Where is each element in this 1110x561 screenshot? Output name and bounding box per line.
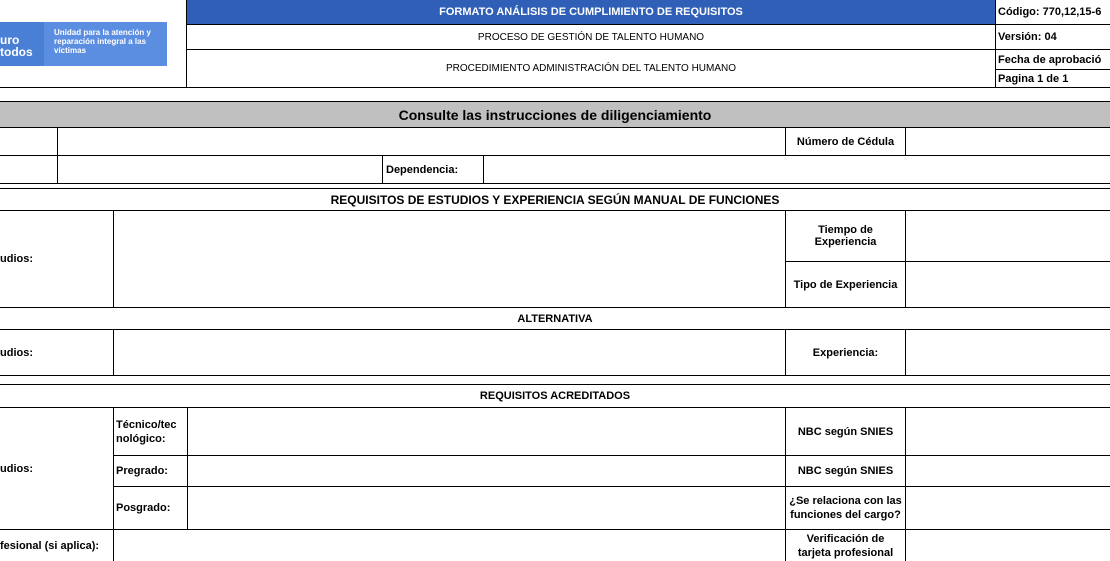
section-acreditados-text: REQUISITOS ACREDITADOS (479, 390, 631, 402)
posgrado-field[interactable] (188, 487, 785, 529)
pregrado-text: Pregrado: (116, 465, 168, 477)
section-requisitos-text: REQUISITOS DE ESTUDIOS Y EXPERIENCIA SEG… (330, 192, 780, 207)
alternativa-experiencia-field[interactable] (906, 330, 1110, 375)
nbc1-field[interactable] (906, 408, 1110, 455)
posgrado-text: Posgrado: (116, 502, 171, 514)
dependencia-label: Dependencia: (386, 156, 458, 183)
acreditados-estudios-text: udios: (0, 462, 33, 475)
tipo-experiencia-text: Tipo de Experiencia (793, 278, 898, 291)
tiempo-experiencia-label: Tiempo de Experiencia (786, 211, 905, 261)
codigo: Código: 770,12,15-6 (998, 0, 1101, 24)
logo: uro todos Unidad para la atención y repa… (0, 0, 186, 87)
relaciona-label: ¿Se relaciona con las funciones del carg… (786, 487, 905, 529)
numero-cedula-label: Número de Cédula (786, 128, 905, 155)
tarjeta-profesional-label: fesional (si aplica): (0, 530, 99, 561)
posgrado-label: Posgrado: (116, 487, 170, 529)
version-text: Versión: 04 (998, 31, 1057, 43)
instructions-text[interactable]: Consulte las instrucciones de diligencia… (399, 107, 712, 123)
verificacion-label: Verificación de tarjeta profesional (786, 530, 905, 561)
alternativa-estudios-label: udios: (0, 330, 33, 375)
process-name-text: PROCESO DE GESTIÓN DE TALENTO HUMANO (477, 31, 705, 43)
tipo-experiencia-field[interactable] (906, 262, 1110, 307)
dependencia-text: Dependencia: (386, 163, 459, 176)
alternativa-experiencia-label: Experiencia: (786, 330, 905, 375)
logo-agency-name: Unidad para la atención y reparación int… (54, 28, 151, 55)
alternativa-estudios-field[interactable] (114, 330, 785, 375)
numero-cedula-field[interactable] (906, 128, 1110, 155)
logo-text-line2: todos (0, 45, 33, 59)
estudios-field[interactable] (114, 211, 785, 307)
fecha-aprobacion: Fecha de aprobació (998, 50, 1101, 69)
version: Versión: 04 (998, 25, 1057, 49)
nbc1-text: NBC según SNIES (797, 425, 894, 438)
tiempo-experiencia-text: Tiempo de Experiencia (814, 224, 877, 248)
verificacion-field[interactable] (906, 530, 1110, 561)
form-title: FORMATO ANÁLISIS DE CUMPLIMIENTO DE REQU… (187, 0, 995, 24)
fecha-text: Fecha de aprobació (998, 53, 1102, 66)
procedure-name: PROCEDIMIENTO ADMINISTRACIÓN DEL TALENTO… (187, 50, 995, 87)
nbc2-field[interactable] (906, 456, 1110, 486)
section-acreditados-title: REQUISITOS ACREDITADOS (0, 385, 1110, 407)
codigo-text: Código: 770,12,15-6 (998, 6, 1102, 18)
pagina-text: Pagina 1 de 1 (998, 72, 1069, 85)
relaciona-text: ¿Se relaciona con las funciones del carg… (789, 495, 902, 521)
tecnico-text: Técnico/tecnológico: (116, 418, 177, 445)
tecnico-field[interactable] (188, 408, 785, 455)
acreditados-estudios-label: udios: (0, 408, 33, 529)
estudios-label: udios: (0, 211, 33, 307)
pagina: Pagina 1 de 1 (998, 70, 1068, 87)
numero-cedula-text: Número de Cédula (796, 135, 895, 148)
procedure-name-text: PROCEDIMIENTO ADMINISTRACIÓN DEL TALENTO… (445, 63, 737, 74)
tiempo-experiencia-field[interactable] (906, 211, 1110, 261)
estudios-text: udios: (0, 253, 33, 265)
tarjeta-profesional-text: fesional (si aplica): (0, 539, 100, 552)
instructions-bar[interactable]: Consulte las instrucciones de diligencia… (0, 102, 1110, 127)
pregrado-field[interactable] (188, 456, 785, 486)
process-name: PROCESO DE GESTIÓN DE TALENTO HUMANO (187, 25, 995, 49)
form-title-text: FORMATO ANÁLISIS DE CUMPLIMIENTO DE REQU… (439, 6, 743, 18)
section-alternativa-text: ALTERNATIVA (517, 312, 593, 325)
tecnico-label: Técnico/tecnológico: (116, 408, 186, 455)
name-field[interactable] (58, 156, 382, 183)
dependencia-field[interactable] (484, 156, 1110, 183)
nbc1-label: NBC según SNIES (786, 408, 905, 455)
tarjeta-profesional-field[interactable] (114, 530, 785, 561)
alternativa-estudios-text: udios: (0, 346, 33, 359)
section-alternativa-title: ALTERNATIVA (0, 308, 1110, 329)
verificacion-text: Verificación de tarjeta profesional (797, 532, 894, 559)
tipo-experiencia-label: Tipo de Experiencia (786, 262, 905, 307)
section-requisitos-title: REQUISITOS DE ESTUDIOS Y EXPERIENCIA SEG… (0, 189, 1110, 210)
alternativa-experiencia-text: Experiencia: (812, 346, 879, 359)
nbc2-text: NBC según SNIES (797, 465, 894, 477)
relaciona-field[interactable] (906, 487, 1110, 529)
pregrado-label: Pregrado: (116, 456, 168, 486)
nbc2-label: NBC según SNIES (786, 456, 905, 486)
